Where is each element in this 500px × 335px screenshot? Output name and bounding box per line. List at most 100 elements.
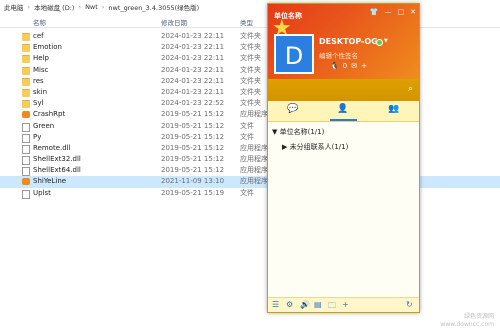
file-type: 文件夹 (240, 76, 261, 85)
skin-icon[interactable]: 👕 (370, 8, 379, 16)
file-date: 2024-01-23 22:52 (161, 99, 225, 108)
group-label: 单位名称(1/1) (279, 128, 325, 136)
file-row[interactable]: skin 2024-01-23 22:11 文件夹 (0, 87, 500, 98)
file-icon (22, 156, 30, 166)
file-name: cef (33, 32, 44, 40)
file-row[interactable]: res 2024-01-23 22:11 文件夹 (0, 76, 500, 87)
file-row[interactable]: Help 2024-01-23 22:11 文件夹 (0, 53, 500, 64)
file-type: 文件夹 (240, 32, 261, 40)
file-type: 应用程序 (240, 166, 268, 175)
file-row[interactable]: ShellExt32.dll 2019-05-21 15:12 应用程序 (0, 154, 500, 166)
file-type: 文件夹 (240, 43, 261, 52)
pet-icon[interactable]: 🐧 (330, 62, 339, 70)
mail-icon[interactable]: ✉ (351, 62, 357, 70)
active-tab-indicator (330, 119, 357, 121)
file-name: Uplst (33, 188, 51, 197)
file-date: 2019-05-21 15:12 (161, 121, 225, 130)
file-icon[interactable]: 🗀 (328, 300, 336, 312)
file-date: 2024-01-23 22:11 (161, 76, 225, 85)
watermark: 绿色资源网 www.downcc.com (440, 313, 494, 329)
file-row[interactable]: Green 2019-05-21 15:12 文件 (0, 121, 500, 132)
breadcrumb-current-folder[interactable]: nwt_green_3.4.3055(绿色版) (108, 2, 199, 12)
column-type-header[interactable]: 类型 (240, 17, 253, 27)
settings-icon[interactable]: ⚙ (286, 300, 293, 309)
file-name: CrashRpt (33, 110, 66, 119)
file-name: ShellExt64.dll (33, 166, 81, 175)
folder-icon (22, 66, 30, 75)
file-date: 2019-05-21 15:12 (161, 132, 225, 141)
file-icon (22, 167, 30, 177)
file-row[interactable]: Uplst 2019-05-21 15:19 文件 (0, 188, 500, 199)
file-row[interactable]: ShiYeLine 2021-11-09 13:10 应用程序 (0, 176, 500, 188)
file-list: cef 2024-01-23 22:11 文件夹 Emotion 2024-01-23 … (0, 31, 500, 199)
file-type: 文件 (240, 188, 254, 197)
minimize-button[interactable]: — (385, 8, 392, 16)
add-contact-icon[interactable]: + (342, 300, 349, 309)
file-name: Green (33, 121, 55, 130)
file-type: 应用程序 (240, 110, 268, 119)
expanded-chevron-icon: ▼ (272, 128, 278, 136)
message-manager-icon[interactable]: ▤ (314, 300, 322, 309)
file-name: Py (33, 132, 42, 141)
breadcrumb-drive-d[interactable]: 本地磁盘 (D:) (34, 2, 74, 12)
breadcrumb-nwt[interactable]: Nwt (85, 3, 98, 11)
column-date-header[interactable]: 修改日期 (161, 17, 187, 27)
breadcrumb-this-pc[interactable]: 此电脑 (4, 2, 24, 12)
column-name-header[interactable]: 名称 (33, 17, 46, 27)
file-row[interactable]: Remote.dll 2019-05-21 15:12 应用程序 (0, 143, 500, 154)
file-icon (22, 133, 30, 143)
file-type: 文件夹 (240, 65, 261, 74)
group-ungrouped[interactable]: ▶ 未分组联系人(1/1) (282, 142, 348, 152)
breadcrumb-separator: › (78, 3, 82, 11)
file-date: 2024-01-23 22:11 (161, 32, 225, 40)
file-row[interactable]: Misc 2024-01-23 22:11 文件夹 (0, 65, 500, 76)
close-button[interactable]: ✕ (410, 8, 416, 16)
file-explorer-window: 此电脑 › 本地磁盘 (D:) › Nwt › nwt_green_3.4.30… (0, 0, 500, 335)
volume-icon[interactable]: 🔊 (300, 300, 310, 309)
file-row[interactable]: CrashRpt 2019-05-21 15:12 应用程序 (0, 109, 500, 120)
file-row[interactable]: Syl 2024-01-23 22:52 文件夹 (0, 98, 500, 109)
add-icon[interactable]: + (361, 62, 367, 70)
folder-icon (22, 44, 30, 53)
breadcrumb-separator: › (27, 3, 31, 11)
avatar[interactable]: D (274, 34, 314, 74)
file-name: Emotion (33, 43, 62, 52)
watermark-line-1: 绿色资源网 (463, 313, 494, 320)
file-name: ShiYeLine (33, 177, 67, 186)
window-controls: 👕 — □ ✕ (370, 8, 416, 16)
file-type: 应用程序 (240, 155, 268, 164)
signature-field[interactable]: 编辑个性签名 (319, 50, 358, 60)
file-type: 应用程序 (240, 143, 268, 152)
file-type: 文件夹 (240, 99, 261, 108)
file-type: 文件 (240, 121, 254, 130)
file-row[interactable]: Py 2019-05-21 15:12 文件 (0, 132, 500, 143)
file-name: Misc (33, 65, 49, 74)
tab-contacts[interactable]: 👤 (333, 104, 353, 118)
file-row[interactable]: cef 2024-01-23 22:11 文件夹 (0, 31, 500, 42)
file-type: 文件 (240, 132, 254, 141)
group-company[interactable]: ▼ 单位名称(1/1) (272, 127, 324, 137)
main-menu-icon[interactable]: ☰ (272, 300, 279, 309)
status-chevron-down-icon[interactable]: ▼ (384, 38, 388, 44)
bottom-toolbar: ☰ ⚙ 🔊 ▤ 🗀 + ↻ (268, 297, 419, 312)
file-name: Help (33, 54, 49, 63)
file-row[interactable]: ShellExt64.dll 2019-05-21 15:12 应用程序 (0, 165, 500, 177)
tab-groups[interactable]: 👥 (384, 104, 404, 118)
tab-chats[interactable]: 💬 (283, 104, 303, 118)
file-date: 2019-05-21 15:12 (161, 143, 225, 152)
app-icon (22, 178, 30, 186)
file-date: 2019-05-21 15:19 (161, 188, 225, 197)
file-name: ShellExt32.dll (33, 155, 81, 164)
folder-icon (22, 88, 30, 97)
file-row[interactable]: Emotion 2024-01-23 22:11 文件夹 (0, 42, 500, 53)
online-status-icon[interactable] (376, 39, 383, 46)
search-bar[interactable]: ⌕ (268, 79, 419, 101)
file-date: 2019-05-21 15:12 (161, 166, 225, 175)
search-icon[interactable]: ⌕ (408, 84, 413, 94)
refresh-icon[interactable]: ↻ (406, 300, 413, 309)
file-name: res (33, 76, 44, 85)
file-icon (22, 122, 30, 132)
file-date: 2024-01-23 22:11 (161, 54, 225, 63)
file-type: 应用程序 (240, 177, 268, 186)
maximize-button[interactable]: □ (398, 8, 405, 16)
